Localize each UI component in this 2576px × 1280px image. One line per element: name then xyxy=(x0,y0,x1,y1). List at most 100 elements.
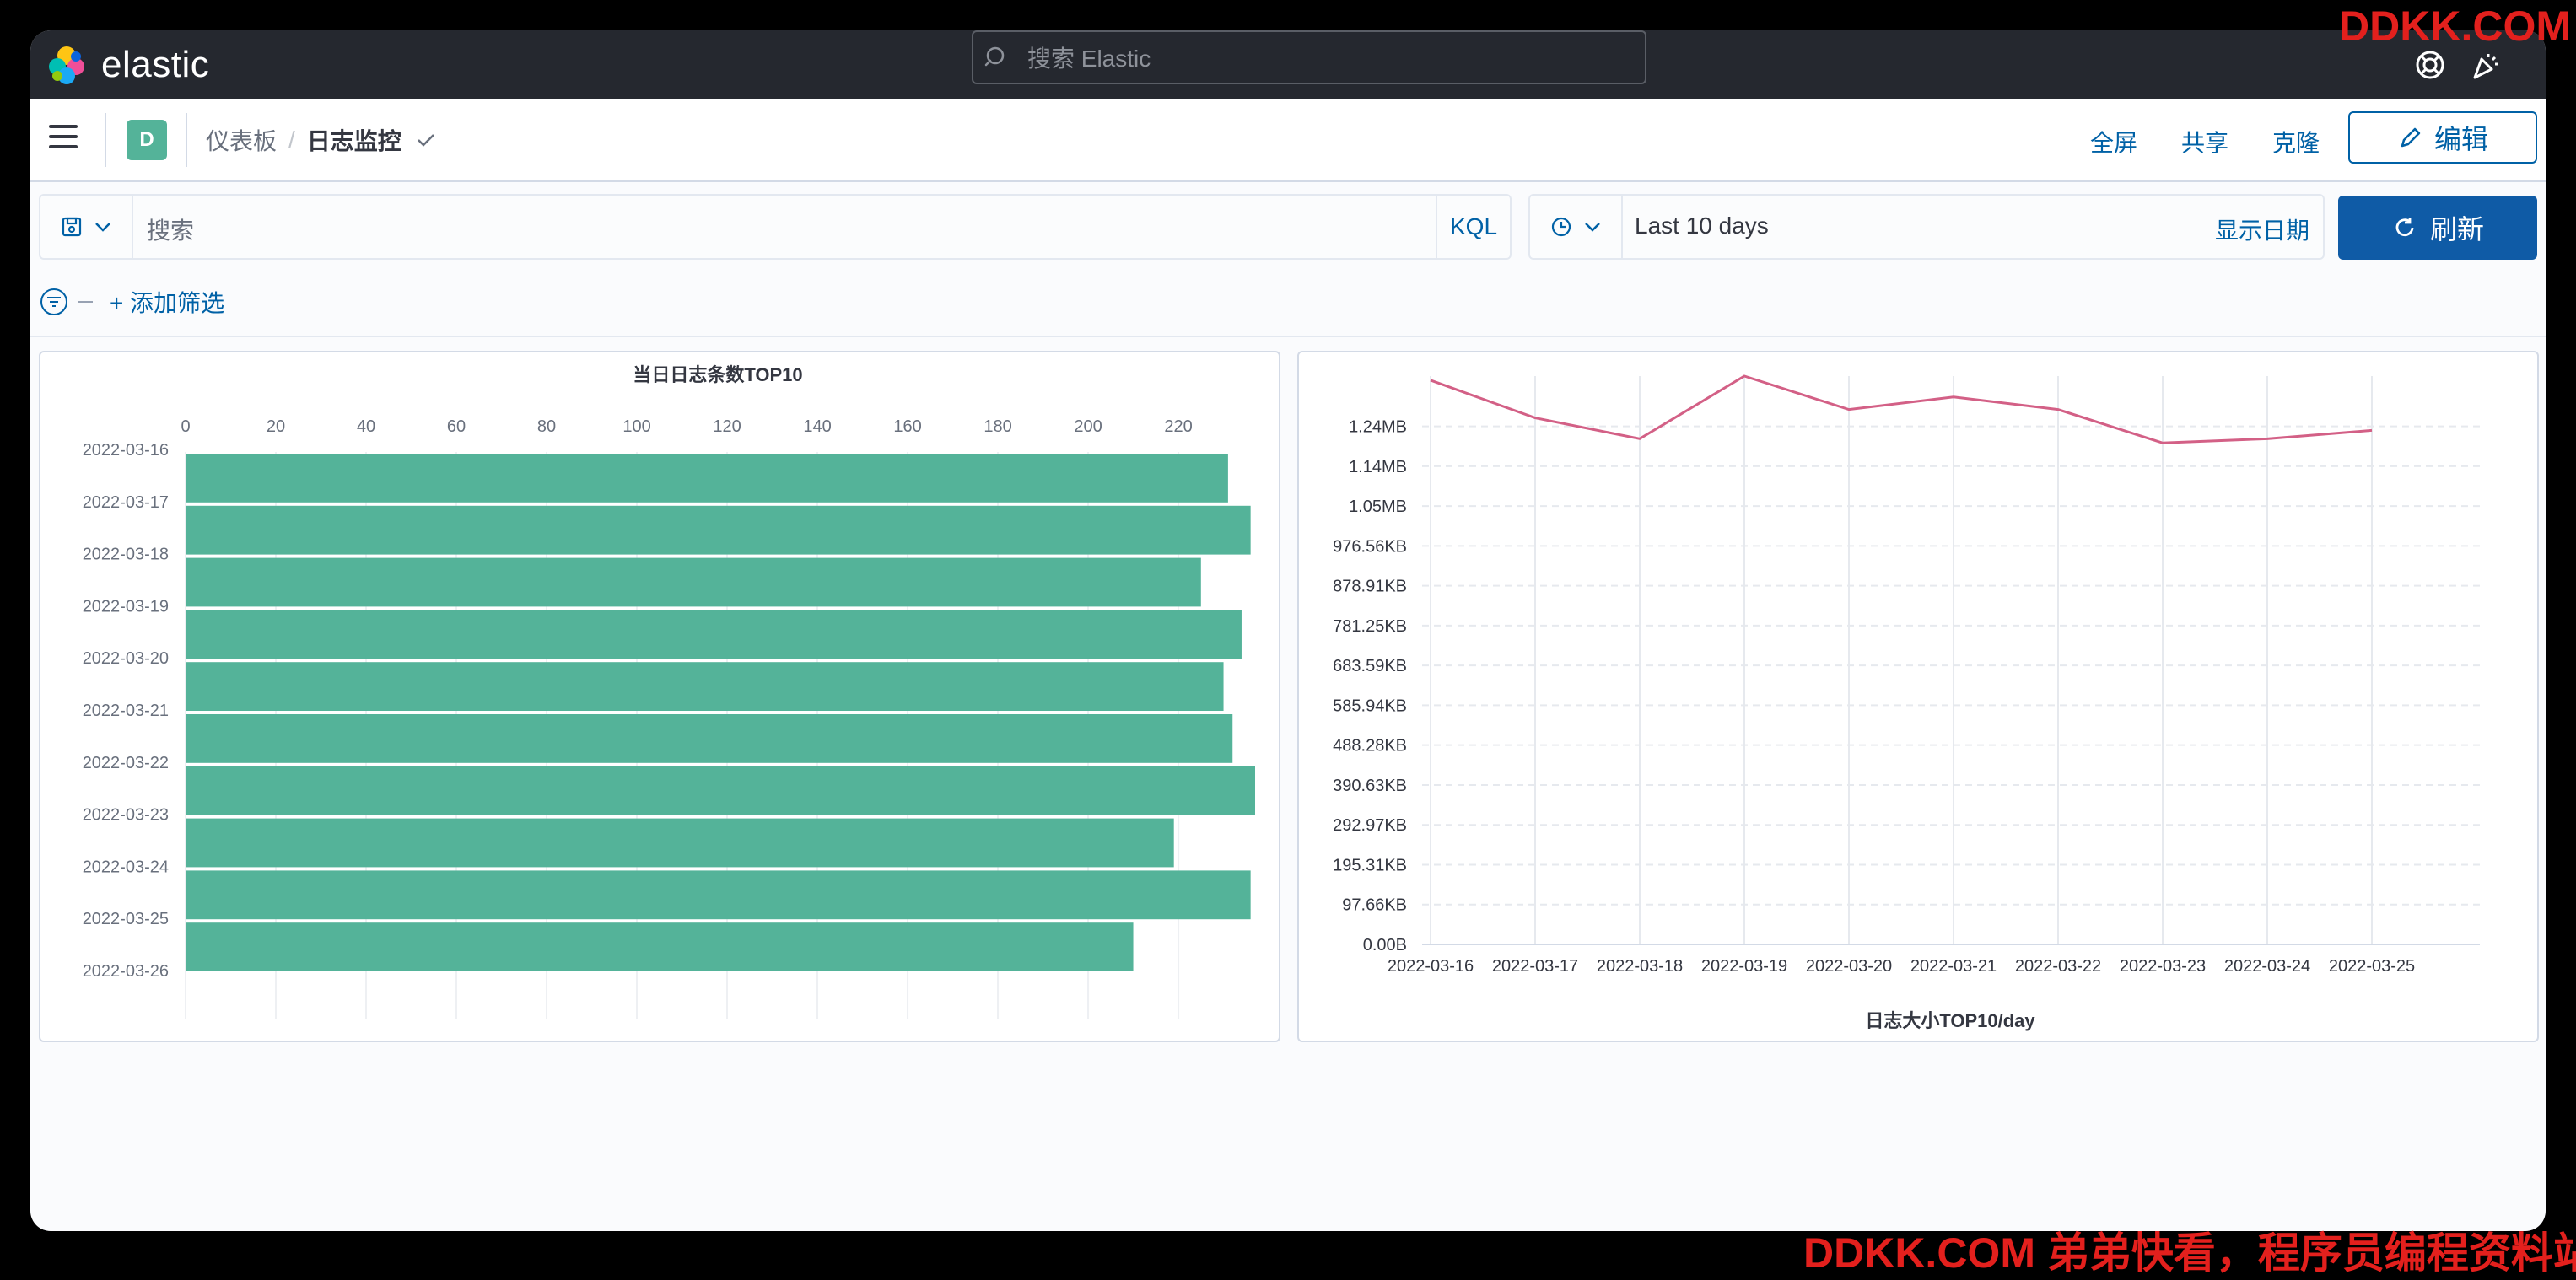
global-search-input[interactable]: 搜索 Elastic xyxy=(972,30,1646,84)
y-tick-label: 2022-03-21 xyxy=(83,702,169,720)
x-tick-label: 0 xyxy=(181,417,190,436)
kql-language-button[interactable]: KQL xyxy=(1436,196,1510,258)
y-tick-label: 2022-03-26 xyxy=(83,962,169,981)
y-tick-label: 1.24MB xyxy=(1349,418,1407,437)
bar xyxy=(186,714,1233,763)
y-tick-label: 488.28KB xyxy=(1333,737,1407,756)
x-tick-label: 2022-03-16 xyxy=(1388,957,1474,976)
refresh-button-label: 刷新 xyxy=(2429,214,2484,245)
y-tick-label: 585.94KB xyxy=(1333,696,1407,715)
breadcrumb-current: 日志监控 xyxy=(306,128,401,154)
add-filter-button[interactable]: + 添加筛选 xyxy=(110,285,224,319)
quick-select-button[interactable] xyxy=(1530,196,1623,258)
series-line xyxy=(1430,374,2373,444)
y-tick-label: 878.91KB xyxy=(1333,578,1407,596)
date-picker: Last 10 days 显示日期 xyxy=(1528,194,2325,260)
breadcrumb-dashboards[interactable]: 仪表板 xyxy=(206,123,277,157)
pencil-icon xyxy=(2401,127,2421,148)
y-tick-label: 976.56KB xyxy=(1333,537,1407,556)
top-header: elastic 搜索 Elastic xyxy=(30,30,2546,99)
bar xyxy=(186,610,1242,659)
check-icon xyxy=(417,134,434,147)
content-divider xyxy=(30,336,2546,337)
x-tick-label: 120 xyxy=(713,417,741,436)
chevron-down-icon xyxy=(1585,223,1600,232)
y-tick-label: 2022-03-18 xyxy=(83,546,169,564)
x-tick-label: 2022-03-21 xyxy=(1910,957,1997,976)
edit-button[interactable]: 编辑 xyxy=(2348,111,2537,164)
menu-toggle-button[interactable] xyxy=(49,125,78,153)
nav-divider xyxy=(186,113,187,167)
elastic-logo-text: elastic xyxy=(101,44,210,85)
y-tick-label: 390.63KB xyxy=(1333,777,1407,795)
x-tick-label: 180 xyxy=(984,417,1011,436)
hamburger-line xyxy=(49,145,78,148)
refresh-icon xyxy=(2395,218,2414,237)
elastic-logo-icon xyxy=(49,46,84,84)
x-tick-label: 80 xyxy=(537,417,556,436)
bar xyxy=(186,766,1255,815)
watermark-top: DDKK.COM xyxy=(2339,3,2571,50)
x-tick-label: 2022-03-22 xyxy=(2015,957,2101,976)
x-tick-label: 40 xyxy=(357,417,375,436)
bar xyxy=(186,870,1251,920)
x-tick-label: 60 xyxy=(447,417,466,436)
filter-separator xyxy=(78,301,93,303)
nav-divider xyxy=(105,113,106,167)
y-tick-label: 2022-03-16 xyxy=(83,441,169,460)
show-dates-link[interactable]: 显示日期 xyxy=(2215,212,2309,246)
space-avatar[interactable]: D xyxy=(127,120,167,160)
chart-title: 当日日志条数TOP10 xyxy=(633,364,802,385)
y-tick-label: 2022-03-25 xyxy=(83,910,169,928)
x-tick-label: 20 xyxy=(267,417,285,436)
y-tick-label: 2022-03-17 xyxy=(83,493,169,512)
chevron-down-icon xyxy=(95,223,110,232)
party-icon xyxy=(2473,54,2498,79)
refresh-button[interactable]: 刷新 xyxy=(2338,196,2537,260)
x-tick-label: 2022-03-20 xyxy=(1806,957,1892,976)
y-tick-label: 195.31KB xyxy=(1333,856,1407,874)
filter-menu-icon[interactable] xyxy=(39,287,69,317)
share-link[interactable]: 共享 xyxy=(2181,125,2228,159)
hamburger-line xyxy=(49,135,78,138)
x-tick-label: 100 xyxy=(622,417,650,436)
dashboard-nav-bar: D 仪表板 / 日志监控 全屏 共享 克隆 编辑 xyxy=(30,99,2546,182)
clone-link[interactable]: 克隆 xyxy=(2272,125,2320,159)
bar xyxy=(186,818,1174,868)
watermark-bottom: DDKK.COM 弟弟快看，程序员编程资料站 xyxy=(1803,1229,2576,1277)
panel-log-size[interactable]: 0.00B 97.66KB 195.31KB 292.97KB 390.63KB 488.… xyxy=(1297,351,2539,1042)
y-tick-label: 97.66KB xyxy=(1342,896,1407,915)
saved-query-button[interactable] xyxy=(40,196,133,258)
y-tick-label: 2022-03-24 xyxy=(83,858,169,876)
filter-bar: + 添加筛选 xyxy=(39,280,224,324)
bar xyxy=(186,662,1224,711)
y-tick-label: 1.14MB xyxy=(1349,458,1407,476)
x-tick-label: 160 xyxy=(893,417,921,436)
x-tick-label: 140 xyxy=(803,417,831,436)
y-tick-label: 0.00B xyxy=(1363,936,1407,955)
fullscreen-link[interactable]: 全屏 xyxy=(2090,125,2137,159)
breadcrumb-separator: / xyxy=(288,126,295,153)
x-tick-label: 220 xyxy=(1164,417,1192,436)
bar xyxy=(186,454,1228,503)
hamburger-line xyxy=(49,125,78,128)
y-tick-label: 2022-03-19 xyxy=(83,597,169,616)
bar xyxy=(186,557,1201,607)
x-tick-label: 200 xyxy=(1074,417,1102,436)
y-tick-label: 292.97KB xyxy=(1333,816,1407,835)
x-tick-label: 2022-03-18 xyxy=(1597,957,1683,976)
y-tick-label: 2022-03-23 xyxy=(83,806,169,825)
x-tick-label: 2022-03-23 xyxy=(2120,957,2206,976)
lifebuoy-icon xyxy=(2416,51,2444,79)
line-chart: 0.00B 97.66KB 195.31KB 292.97KB 390.63KB 488.… xyxy=(1333,374,2480,1031)
edit-button-label: 编辑 xyxy=(2433,124,2488,154)
save-icon xyxy=(62,217,82,237)
query-bar: 搜索 KQL xyxy=(39,194,1512,260)
time-range-value[interactable]: Last 10 days xyxy=(1635,212,1769,239)
query-search-input[interactable]: 搜索 xyxy=(147,212,194,246)
y-tick-label: 683.59KB xyxy=(1333,657,1407,675)
panel-log-count[interactable]: 当日日志条数TOP10 0 20 40 60 80 100 120 140 160 180 200 22… xyxy=(39,351,1280,1042)
app-window: elastic 搜索 Elastic D 仪表板 / 日志监控 全屏 共享 克隆… xyxy=(30,30,2546,1231)
elastic-logo[interactable]: elastic xyxy=(46,37,209,93)
y-tick-label: 1.05MB xyxy=(1349,497,1407,516)
